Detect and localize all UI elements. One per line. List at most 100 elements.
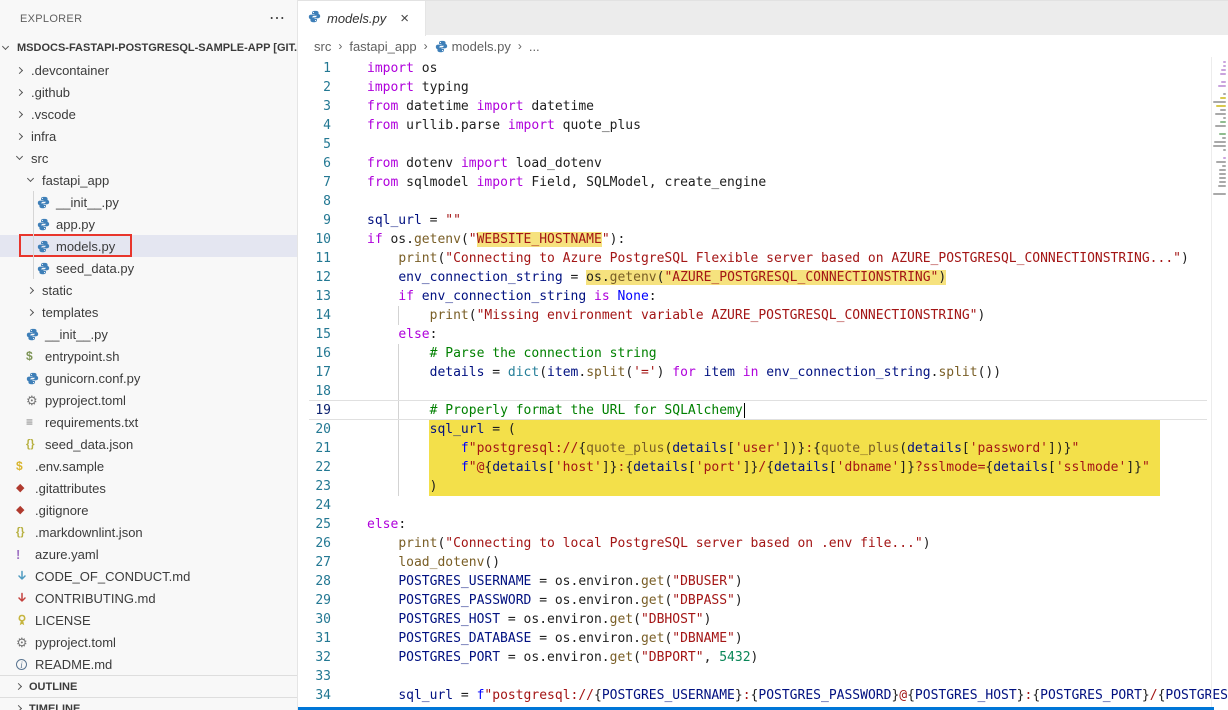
code-line-32[interactable]: 32 POSTGRES_PORT = os.environ.get("DBPOR… — [298, 648, 1228, 667]
tree-item-env-sample[interactable]: $.env.sample — [0, 455, 297, 477]
timeline-section-header[interactable]: TIMELINE — [0, 697, 297, 710]
tree-item-label: gunicorn.conf.py — [45, 371, 140, 386]
code-line-28[interactable]: 28 POSTGRES_USERNAME = os.environ.get("D… — [298, 572, 1228, 591]
tree-item-azure-yaml[interactable]: !azure.yaml — [0, 543, 297, 565]
line-number: 17 — [298, 363, 345, 382]
breadcrumb-item-src[interactable]: src — [314, 39, 331, 54]
breadcrumb-item-models-py[interactable]: models.py — [435, 39, 511, 54]
code-line-33[interactable]: 33 — [298, 667, 1228, 686]
close-icon[interactable]: × — [400, 11, 409, 26]
minimap[interactable] — [1211, 57, 1228, 710]
tree-item-readme-md[interactable]: iREADME.md — [0, 653, 297, 675]
line-content: POSTGRES_PORT = os.environ.get("DBPORT",… — [345, 648, 758, 667]
minimap-line — [1218, 185, 1226, 187]
tree-item-gitattributes[interactable]: ◆.gitattributes — [0, 477, 297, 499]
line-content: else: — [345, 515, 406, 534]
tree-item-models-py[interactable]: models.py — [0, 235, 297, 257]
tree-item-templates[interactable]: templates — [0, 301, 297, 323]
minimap-line — [1213, 145, 1226, 147]
code-line-15[interactable]: 15 else: — [298, 325, 1228, 344]
md-blue-icon — [16, 570, 35, 582]
tree-item-msdocs-fastapi-postgresql-sample-app-git[interactable]: MSDOCS-FASTAPI-POSTGRESQL-SAMPLE-APP [GI… — [0, 37, 297, 59]
outline-section-header[interactable]: OUTLINE — [0, 675, 297, 697]
tree-item-markdownlint-json[interactable]: {}.markdownlint.json — [0, 521, 297, 543]
code-line-3[interactable]: 3from datetime import datetime — [298, 97, 1228, 116]
line-content: if env_connection_string is None: — [345, 287, 657, 306]
code-line-27[interactable]: 27 load_dotenv() — [298, 553, 1228, 572]
code-line-1[interactable]: 1import os — [298, 59, 1228, 78]
code-line-13[interactable]: 13 if env_connection_string is None: — [298, 287, 1228, 306]
code-editor[interactable]: 1import os2import typing3from datetime i… — [298, 57, 1228, 710]
line-number: 30 — [298, 610, 345, 629]
code-line-14[interactable]: 14 print("Missing environment variable A… — [298, 306, 1228, 325]
tree-item-pyproject-toml[interactable]: ⚙pyproject.toml — [0, 631, 297, 653]
minimap-line — [1223, 149, 1226, 151]
code-line-9[interactable]: 9sql_url = "" — [298, 211, 1228, 230]
tree-item-fastapi-app[interactable]: fastapi_app — [0, 169, 297, 191]
tree-item-init-py[interactable]: __init__.py — [0, 191, 297, 213]
tree-item-static[interactable]: static — [0, 279, 297, 301]
line-content: env_connection_string = os.getenv("AZURE… — [345, 268, 946, 287]
tree-item-gunicorn-conf-py[interactable]: gunicorn.conf.py — [0, 367, 297, 389]
tree-item-github[interactable]: .github — [0, 81, 297, 103]
breadcrumb: src › fastapi_app › models.py › ... — [298, 35, 1228, 57]
code-line-10[interactable]: 10if os.getenv("WEBSITE_HOSTNAME"): — [298, 230, 1228, 249]
tree-item-infra[interactable]: infra — [0, 125, 297, 147]
code-line-29[interactable]: 29 POSTGRES_PASSWORD = os.environ.get("D… — [298, 591, 1228, 610]
minimap-line — [1218, 85, 1226, 87]
tree-item-code-of-conduct-md[interactable]: CODE_OF_CONDUCT.md — [0, 565, 297, 587]
breadcrumb-item-fastapi-app[interactable]: fastapi_app — [349, 39, 416, 54]
code-line-7[interactable]: 7from sqlmodel import Field, SQLModel, c… — [298, 173, 1228, 192]
code-line-24[interactable]: 24 — [298, 496, 1228, 515]
code-line-8[interactable]: 8 — [298, 192, 1228, 211]
code-line-11[interactable]: 11 print("Connecting to Azure PostgreSQL… — [298, 249, 1228, 268]
line-number: 3 — [298, 97, 345, 116]
tree-item-vscode[interactable]: .vscode — [0, 103, 297, 125]
code-line-31[interactable]: 31 POSTGRES_DATABASE = os.environ.get("D… — [298, 629, 1228, 648]
tree-item-seed-data-py[interactable]: seed_data.py — [0, 257, 297, 279]
tree-item-src[interactable]: src — [0, 147, 297, 169]
python-file-icon — [435, 40, 448, 53]
code-line-20[interactable]: 20 sql_url = ( — [298, 420, 1228, 439]
tree-item-label: README.md — [35, 657, 112, 672]
code-line-34[interactable]: 34 sql_url = f"postgresql://{POSTGRES_US… — [298, 686, 1228, 705]
tree-item-seed-data-json[interactable]: {}seed_data.json — [0, 433, 297, 455]
tab-models-py[interactable]: models.py × — [298, 1, 426, 36]
tree-item-entrypoint-sh[interactable]: $entrypoint.sh — [0, 345, 297, 367]
code-line-16[interactable]: 16 # Parse the connection string — [298, 344, 1228, 363]
code-line-21[interactable]: 21 f"postgresql://{quote_plus(details['u… — [298, 439, 1228, 458]
ellipsis-icon[interactable]: ⋯ — [269, 11, 285, 27]
text-cursor — [744, 403, 746, 418]
code-line-22[interactable]: 22 f"@{details['host']}:{details['port']… — [298, 458, 1228, 477]
line-content: f"postgresql://{quote_plus(details['user… — [345, 439, 1079, 458]
tree-item-init-py[interactable]: __init__.py — [0, 323, 297, 345]
tree-item-requirements-txt[interactable]: ≡requirements.txt — [0, 411, 297, 433]
chevron-right-icon — [16, 66, 23, 73]
tree-item-devcontainer[interactable]: .devcontainer — [0, 59, 297, 81]
code-line-17[interactable]: 17 details = dict(item.split('=') for it… — [298, 363, 1228, 382]
code-line-5[interactable]: 5 — [298, 135, 1228, 154]
code-line-6[interactable]: 6from dotenv import load_dotenv — [298, 154, 1228, 173]
tree-item-contributing-md[interactable]: CONTRIBUTING.md — [0, 587, 297, 609]
git-icon: ◆ — [16, 505, 35, 516]
line-content: POSTGRES_HOST = os.environ.get("DBHOST") — [345, 610, 711, 629]
minimap-line — [1223, 65, 1226, 67]
code-line-23[interactable]: 23 ) — [298, 477, 1228, 496]
code-line-19[interactable]: 19 # Properly format the URL for SQLAlch… — [298, 401, 1228, 420]
line-content: print("Missing environment variable AZUR… — [345, 306, 985, 325]
tree-item-label: requirements.txt — [45, 415, 138, 430]
minimap-line — [1221, 81, 1226, 83]
code-line-12[interactable]: 12 env_connection_string = os.getenv("AZ… — [298, 268, 1228, 287]
code-line-25[interactable]: 25else: — [298, 515, 1228, 534]
code-line-26[interactable]: 26 print("Connecting to local PostgreSQL… — [298, 534, 1228, 553]
tree-item-pyproject-toml[interactable]: ⚙pyproject.toml — [0, 389, 297, 411]
code-line-18[interactable]: 18 — [298, 382, 1228, 401]
code-line-2[interactable]: 2import typing — [298, 78, 1228, 97]
minimap-line — [1220, 109, 1226, 111]
tree-item-gitignore[interactable]: ◆.gitignore — [0, 499, 297, 521]
code-line-30[interactable]: 30 POSTGRES_HOST = os.environ.get("DBHOS… — [298, 610, 1228, 629]
tree-item-license[interactable]: LICENSE — [0, 609, 297, 631]
tree-item-app-py[interactable]: app.py — [0, 213, 297, 235]
breadcrumb-item-more[interactable]: ... — [529, 39, 540, 54]
code-line-4[interactable]: 4from urllib.parse import quote_plus — [298, 116, 1228, 135]
